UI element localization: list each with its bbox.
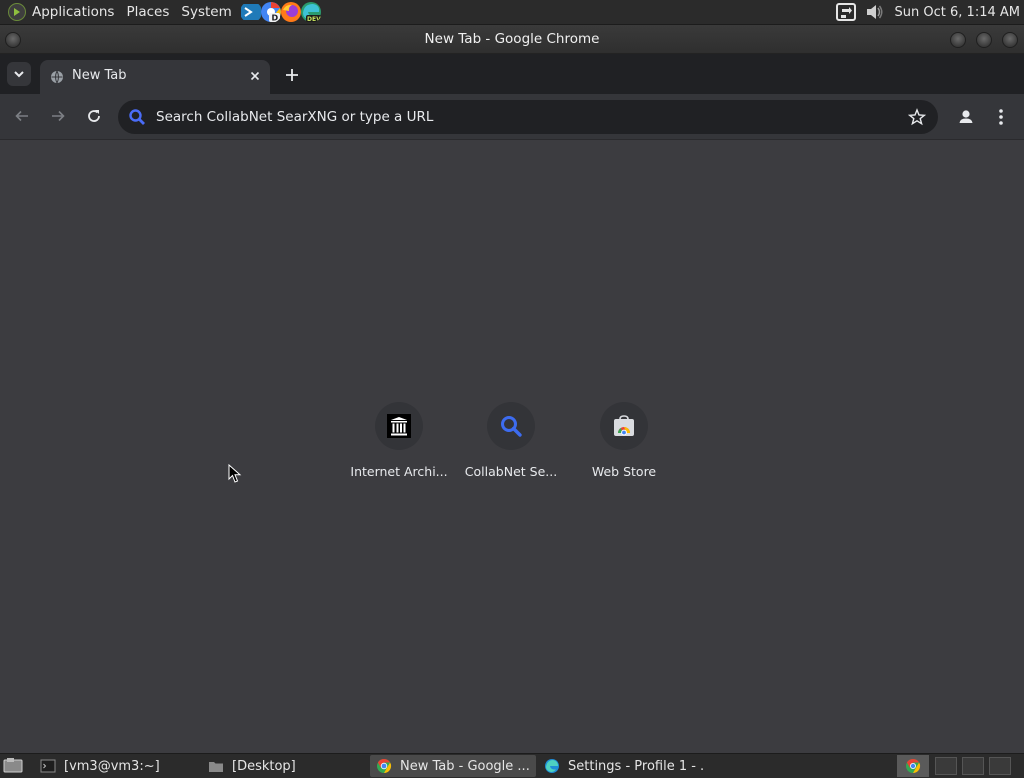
svg-text:DEV: DEV: [307, 16, 321, 23]
edge-dev-icon[interactable]: DEV: [300, 1, 322, 23]
tab-search-button[interactable]: [7, 62, 31, 86]
taskbar-item-desktop[interactable]: [Desktop]: [202, 755, 368, 777]
shortcut-tile: [375, 402, 423, 450]
new-tab-page: Internet Archi... CollabNet Se... Web St…: [0, 140, 1024, 753]
chevron-down-icon: [14, 71, 24, 78]
back-button[interactable]: [11, 105, 33, 127]
edge-icon: [545, 759, 559, 773]
forward-button[interactable]: [47, 105, 69, 127]
distro-logo-icon: [8, 3, 26, 21]
shortcut-internet-archive[interactable]: Internet Archi...: [343, 402, 455, 479]
tab-strip: New Tab: [0, 54, 1024, 94]
arrow-left-icon: [15, 110, 28, 122]
close-icon: [250, 71, 260, 81]
maximize-button[interactable]: [976, 32, 992, 48]
mouse-cursor-icon: [228, 464, 242, 483]
tab-close-button[interactable]: [248, 69, 262, 83]
svg-text:D: D: [271, 14, 278, 23]
places-menu[interactable]: Places: [120, 0, 175, 24]
omnibox[interactable]: Search CollabNet SearXNG or type a URL: [118, 100, 938, 134]
vscode-icon[interactable]: [240, 1, 262, 23]
shortcut-collabnet-search[interactable]: CollabNet Se...: [455, 402, 567, 479]
system-menu[interactable]: System: [175, 0, 237, 24]
taskbar-item-label: [vm3@vm3:~]: [64, 758, 160, 774]
taskbar-item-terminal[interactable]: [vm3@vm3:~]: [34, 755, 200, 777]
volume-icon[interactable]: [863, 2, 885, 22]
shortcut-web-store[interactable]: Web Store: [568, 402, 680, 479]
plus-icon: [286, 69, 298, 81]
clock[interactable]: Sun Oct 6, 1:14 AM: [891, 5, 1020, 20]
new-tab-button[interactable]: [282, 65, 302, 85]
archive-icon: [387, 414, 411, 438]
reload-icon: [88, 110, 100, 122]
tab-title: New Tab: [72, 68, 127, 83]
terminal-icon: [40, 759, 56, 773]
applications-menu[interactable]: Applications: [0, 0, 120, 24]
panel-launchers: D DEV: [240, 1, 322, 23]
network-icon[interactable]: [835, 2, 857, 22]
browser-toolbar: Search CollabNet SearXNG or type a URL: [0, 94, 1024, 140]
search-engine-icon: [129, 109, 145, 125]
taskbar-item-label: New Tab - Google ...: [400, 758, 530, 774]
folder-icon: [209, 762, 223, 772]
chrome-icon: [377, 758, 392, 774]
taskbar-item-label: Settings - Profile 1 - ...: [568, 758, 704, 774]
search-icon: [501, 416, 522, 437]
shortcut-label: CollabNet Se...: [464, 464, 558, 479]
shortcut-label: Web Store: [591, 464, 657, 479]
chrome-tray-icon: [906, 758, 921, 774]
shortcut-tile: [487, 402, 535, 450]
minimize-button[interactable]: [950, 32, 966, 48]
shortcut-label: Internet Archi...: [350, 464, 448, 479]
show-desktop-icon[interactable]: [3, 757, 23, 775]
system-menu-label: System: [181, 4, 232, 20]
top-panel: Applications Places System D DEV Sun Oct…: [0, 0, 1024, 25]
kebab-menu-icon[interactable]: [993, 106, 1009, 128]
shortcut-tile: [600, 402, 648, 450]
places-menu-label: Places: [126, 4, 170, 20]
arrow-right-icon: [52, 110, 65, 122]
bookmark-star-icon[interactable]: [908, 108, 926, 126]
workspace-3[interactable]: [989, 757, 1011, 775]
applications-menu-label: Applications: [32, 4, 115, 20]
window-title: New Tab - Google Chrome: [424, 31, 600, 47]
workspace-2[interactable]: [962, 757, 984, 775]
panel-tray: Sun Oct 6, 1:14 AM: [835, 0, 1024, 24]
taskbar-item-edge-settings[interactable]: Settings - Profile 1 - ...: [538, 755, 704, 777]
close-window-button[interactable]: [1002, 32, 1018, 48]
taskbar-tray-chrome[interactable]: [897, 755, 929, 777]
omnibox-placeholder: Search CollabNet SearXNG or type a URL: [156, 109, 434, 125]
web-store-icon: [614, 415, 634, 436]
tab-new-tab[interactable]: New Tab: [40, 60, 270, 94]
profile-icon[interactable]: [955, 106, 977, 128]
taskbar-item-chrome[interactable]: New Tab - Google ...: [370, 755, 536, 777]
globe-icon: [51, 70, 63, 84]
chrome-dev-icon[interactable]: D: [260, 1, 282, 23]
reload-button[interactable]: [83, 105, 105, 127]
workspace-1[interactable]: [935, 757, 957, 775]
taskbar-item-label: [Desktop]: [232, 758, 296, 774]
window-titlebar[interactable]: New Tab - Google Chrome: [0, 25, 1024, 54]
bottom-taskbar: [vm3@vm3:~] [Desktop] New Tab - Google .…: [0, 753, 1024, 778]
firefox-icon[interactable]: [280, 1, 302, 23]
